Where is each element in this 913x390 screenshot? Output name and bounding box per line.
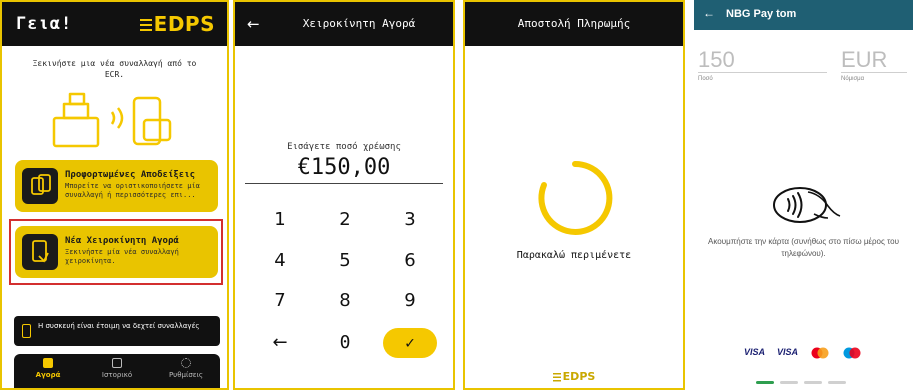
nav-label: Ρυθμίσεις xyxy=(168,371,204,379)
page-indicator xyxy=(780,381,798,384)
receipt-icon xyxy=(22,168,58,204)
wallet-icon xyxy=(43,358,53,368)
back-arrow-icon[interactable]: ← xyxy=(703,6,715,20)
nbg-pay-screen: ← NBG Pay tom 150 Ποσό EUR Νόμισμα Ακουμ… xyxy=(694,0,913,390)
home-header: Γεια! EDPS xyxy=(2,2,227,46)
logo-lines-icon xyxy=(552,372,561,382)
sending-header: Αποστολή Πληρωμής xyxy=(465,2,683,46)
keypad-key-5[interactable]: 5 xyxy=(325,249,365,273)
mastercard-logo xyxy=(811,347,829,359)
nav-label: Ιστορικό xyxy=(101,371,133,379)
page-indicator-active xyxy=(756,381,774,384)
nav-label: Αγορά xyxy=(35,371,61,379)
currency-underline xyxy=(841,72,907,73)
device-status-bar: Η συσκευή είναι έτοιμη να δεχτεί συναλλα… xyxy=(14,316,220,346)
manual-header: ← Χειροκίνητη Αγορά xyxy=(235,2,453,46)
nbg-title: NBG Pay tom xyxy=(726,8,797,20)
nbg-header: ← NBG Pay tom xyxy=(694,0,913,30)
manual-purchase-screen: ← Χειροκίνητη Αγορά Εισάγετε ποσό χρέωση… xyxy=(233,0,455,390)
page-indicator xyxy=(804,381,822,384)
back-arrow-icon[interactable]: ← xyxy=(247,15,260,33)
keypad-key-8[interactable]: 8 xyxy=(325,289,365,313)
preloaded-receipts-card[interactable]: Προφορτωμένες Αποδείξεις Μπορείτε να ορι… xyxy=(15,160,218,212)
keypad-key-2[interactable]: 2 xyxy=(325,208,365,232)
amount-label: Ποσό xyxy=(698,76,713,82)
selection-highlight xyxy=(9,219,223,285)
page-indicator xyxy=(828,381,846,384)
nav-history[interactable]: Ιστορικό xyxy=(87,358,147,379)
contactless-tap-icon xyxy=(773,187,841,223)
amount-label: Εισάγετε ποσό χρέωσης xyxy=(287,142,401,152)
screen-title: Αποστολή Πληρωμής xyxy=(517,17,631,30)
intro-text: Ξεκινήστε μια νέα συναλλαγή από το ECR. xyxy=(32,59,197,79)
card-brands: VISA VISA xyxy=(694,347,913,359)
gear-icon xyxy=(181,358,191,368)
amount-field[interactable]: €150,00 xyxy=(235,155,453,180)
visa-logo: VISA xyxy=(744,347,766,357)
keypad-backspace-key[interactable]: ← xyxy=(260,331,300,355)
amount-underline xyxy=(698,72,827,73)
loading-spinner-icon xyxy=(538,160,613,235)
keypad-key-3[interactable]: 3 xyxy=(390,208,430,232)
keypad-key-1[interactable]: 1 xyxy=(260,208,300,232)
bottom-navigation: Αγορά Ιστορικό Ρυθμίσεις xyxy=(14,354,220,388)
card-title: Προφορτωμένες Αποδείξεις xyxy=(65,170,196,180)
amount-value: 150 xyxy=(698,47,735,72)
currency-label: Νόμισμα xyxy=(841,76,865,82)
device-icon xyxy=(22,324,31,338)
maestro-logo xyxy=(843,347,861,359)
keypad-key-9[interactable]: 9 xyxy=(390,289,430,313)
nav-purchase[interactable]: Αγορά xyxy=(18,358,78,379)
amount-underline xyxy=(245,183,443,184)
screen-title: Χειροκίνητη Αγορά xyxy=(302,17,416,30)
history-icon xyxy=(112,358,122,368)
keypad-key-4[interactable]: 4 xyxy=(260,249,300,273)
sending-payment-screen: Αποστολή Πληρωμής Παρακαλώ περιμένετε ED… xyxy=(463,0,685,390)
keypad-key-7[interactable]: 7 xyxy=(260,289,300,313)
keypad-key-0[interactable]: 0 xyxy=(325,331,365,355)
logo-lines-icon xyxy=(139,18,152,33)
visa-logo: VISA xyxy=(777,347,799,357)
greeting: Γεια! xyxy=(16,14,73,34)
confirm-button[interactable]: ✓ xyxy=(383,328,437,358)
home-screen: Γεια! EDPS Ξεκινήστε μια νέα συναλλαγή α… xyxy=(0,0,229,390)
please-wait-text: Παρακαλώ περιμένετε xyxy=(516,250,632,261)
ecr-illustration-icon xyxy=(52,92,172,148)
edps-logo: EDPS xyxy=(465,370,683,383)
currency-value: EUR xyxy=(841,47,888,72)
keypad-key-6[interactable]: 6 xyxy=(390,249,430,273)
tap-card-instruction: Ακουμπήστε την κάρτα (συνήθως στο πίσω μ… xyxy=(708,237,899,258)
edps-logo: EDPS xyxy=(139,12,215,36)
status-text: Η συσκευή είναι έτοιμη να δεχτεί συναλλα… xyxy=(38,322,200,330)
card-description: Μπορείτε να οριστικοποιήσετε μία συναλλα… xyxy=(65,182,200,199)
nav-settings[interactable]: Ρυθμίσεις xyxy=(156,358,216,379)
